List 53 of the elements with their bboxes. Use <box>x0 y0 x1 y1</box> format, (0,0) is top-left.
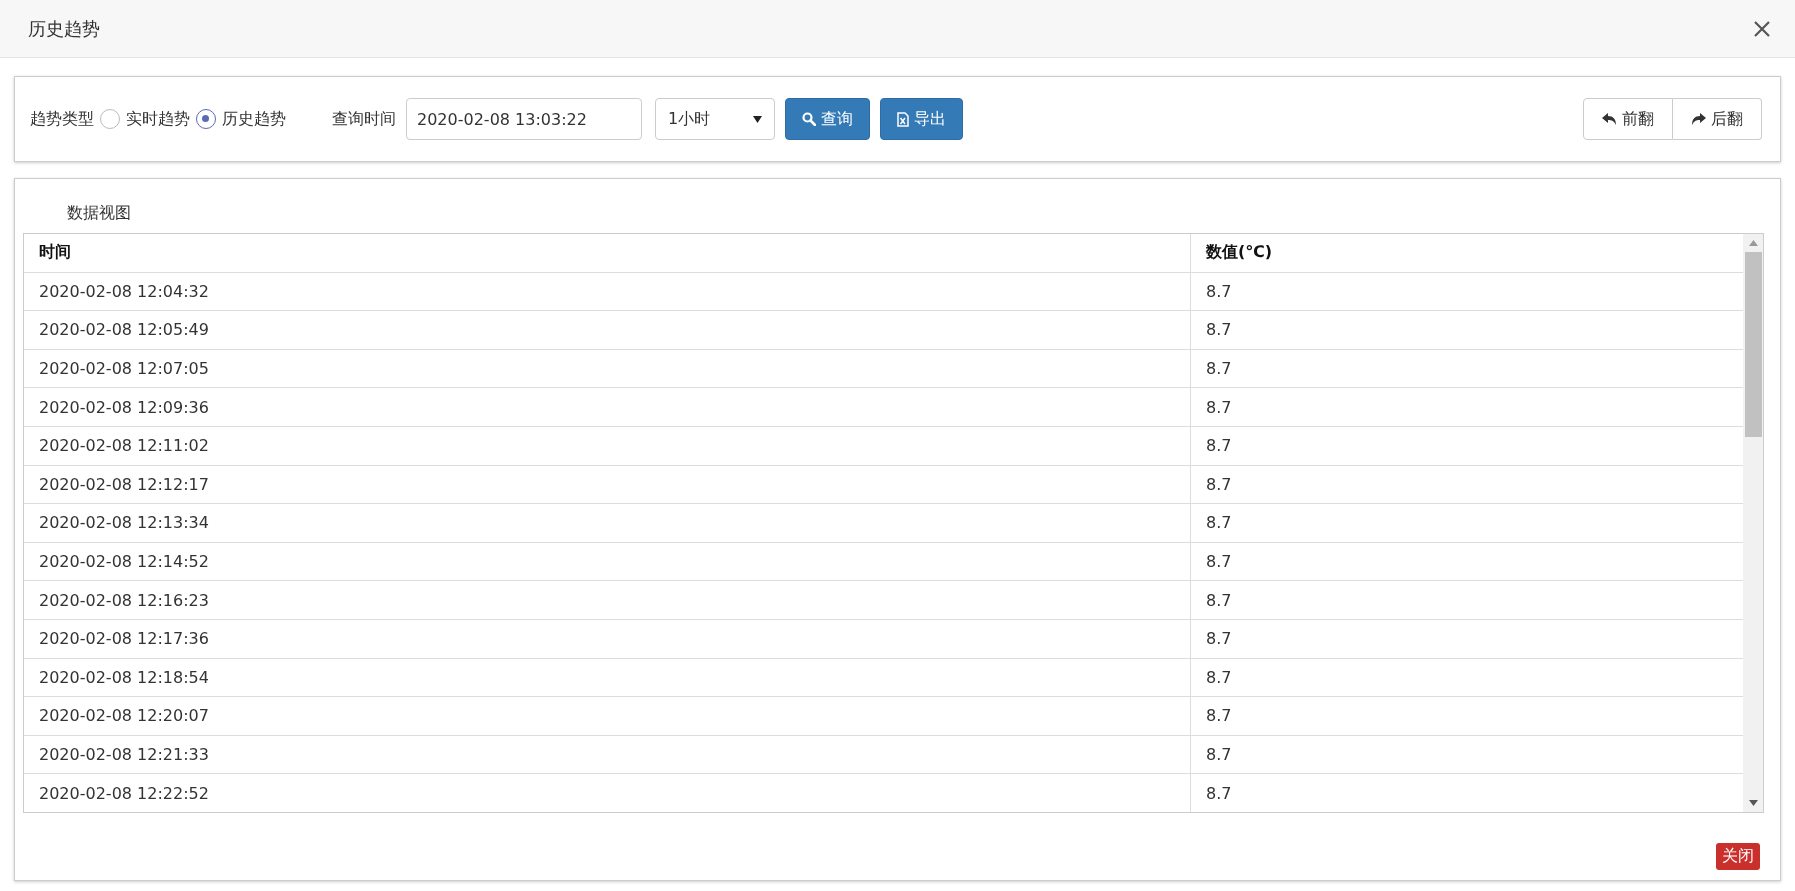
caret-icon <box>753 115 762 123</box>
scroll-up-icon[interactable] <box>1748 240 1758 246</box>
table-cell-text: 8.7 <box>1205 551 1233 574</box>
spreadsheet-file-icon <box>897 111 909 127</box>
table-cell-text: 8.7 <box>1205 473 1233 496</box>
forward-arrow-icon <box>1691 112 1706 126</box>
query-time-label: 查询时间 <box>332 108 396 130</box>
close-icon[interactable] <box>1753 19 1771 38</box>
close-button[interactable]: 关闭 <box>1716 843 1760 870</box>
range-dropdown[interactable]: 1小时 <box>655 98 775 140</box>
table-cell-text: 8.7 <box>1205 396 1233 419</box>
scroll-down-icon[interactable] <box>1748 800 1758 806</box>
table-cell: 2020-02-08 12:09:36 <box>24 388 1191 426</box>
table-cell-text: 8.7 <box>1205 512 1233 535</box>
table-cell-text: 8.7 <box>1205 589 1233 612</box>
data-view-title: 数据视图 <box>66 202 131 224</box>
table-cell-text: 8.7 <box>1205 628 1233 651</box>
trend-type-label: 趋势类型 <box>30 108 94 130</box>
table-cell: 2020-02-08 12:17:36 <box>24 619 1191 658</box>
table-cell-text: 8.7 <box>1205 705 1233 728</box>
radio-option[interactable]: 实时趋势 <box>100 108 190 130</box>
table-cell: 2020-02-08 12:20:07 <box>24 697 1191 735</box>
table-cell: 2020-02-08 12:13:34 <box>24 504 1191 542</box>
table-cell: 2020-02-08 12:11:02 <box>24 426 1191 465</box>
column-header: 时间 <box>24 234 1191 272</box>
table-cell: 2020-02-08 12:05:49 <box>24 311 1191 349</box>
reply-arrow-icon <box>1602 112 1617 126</box>
table-cell-text: 8.7 <box>1205 666 1233 689</box>
previous-page-button[interactable]: 前翻 <box>1583 98 1673 140</box>
table-cell-text: 8.7 <box>1205 319 1233 342</box>
table-cell-text: 8.7 <box>1205 744 1233 766</box>
table-cell: 2020-02-08 12:07:05 <box>24 349 1191 388</box>
table-cell-text: 8.7 <box>1205 358 1233 381</box>
scrollbar-thumb[interactable] <box>1744 252 1762 437</box>
table-cell: 2020-02-08 12:14:52 <box>24 542 1191 581</box>
next-page-button[interactable]: 后翻 <box>1673 98 1762 140</box>
date-input-field[interactable]: 2020-02-08 13:03:22 <box>406 98 642 140</box>
window-title: 历史趋势 <box>28 16 100 41</box>
table-cell-text: 8.7 <box>1205 280 1233 303</box>
search-icon <box>802 112 816 126</box>
table-cell: 2020-02-08 12:16:23 <box>24 581 1191 619</box>
column-header: 数值(℃) <box>1205 241 1273 264</box>
export-button[interactable]: 导出 <box>880 98 963 140</box>
query-button[interactable]: 查询 <box>785 98 870 140</box>
table-cell: 2020-02-08 12:22:52 <box>24 774 1191 812</box>
table-cell: 2020-02-08 12:21:33 <box>24 735 1191 774</box>
table-cell: 2020-02-08 12:18:54 <box>24 658 1191 697</box>
radio-option[interactable]: 历史趋势 <box>196 108 286 130</box>
table-cell-text: 8.7 <box>1205 435 1233 458</box>
table-cell: 2020-02-08 12:04:32 <box>24 272 1191 311</box>
scrollbar[interactable] <box>1743 234 1763 812</box>
table-cell: 2020-02-08 12:12:17 <box>24 465 1191 504</box>
table-cell-text: 8.7 <box>1205 782 1233 805</box>
